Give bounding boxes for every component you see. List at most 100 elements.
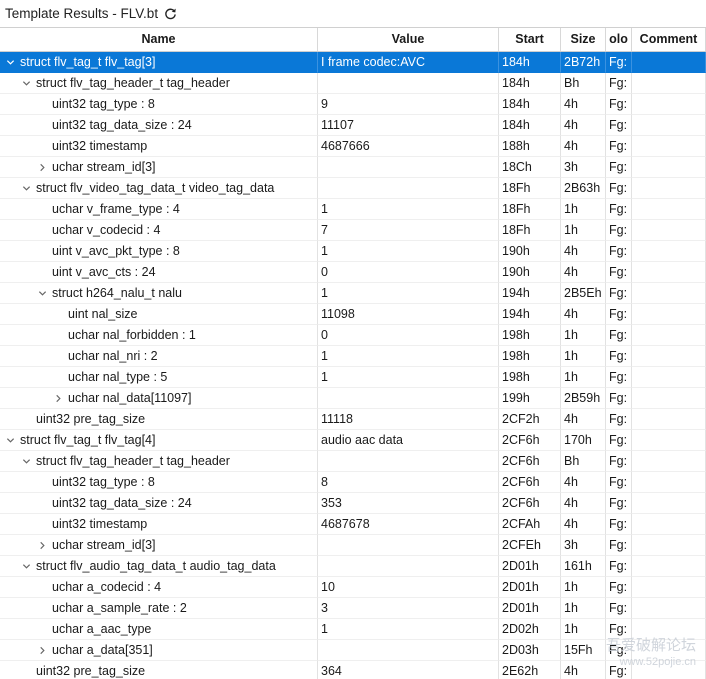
cell-size: 4h [561,514,606,535]
chevron-right-icon[interactable] [36,157,48,177]
cell-start: 2CF6h [499,451,561,472]
chevron-down-icon[interactable] [20,451,32,471]
tree-row[interactable]: uint32 timestamp 4687678 2CFAh 4h Fg: [0,514,706,535]
tree-row[interactable]: struct flv_tag_header_t tag_header 184h Bh… [0,73,706,94]
cell-start: 18Ch [499,157,561,178]
cell-name: uint32 pre_tag_size [0,409,318,430]
row-name-label: uint32 tag_type : 8 [52,96,155,111]
cell-value: 0 [318,325,499,346]
tree-row[interactable]: uchar v_codecid : 4 7 18Fh 1h Fg: [0,220,706,241]
cell-value [318,157,499,178]
cell-comment [632,514,706,535]
cell-size: 4h [561,262,606,283]
refresh-icon[interactable] [164,7,177,20]
cell-name: struct flv_video_tag_data_t video_tag_da… [0,178,318,199]
tree-row[interactable]: uchar nal_nri : 2 1 198h 1h Fg: [0,346,706,367]
cell-color: Fg: [606,535,632,556]
tree-row[interactable]: uchar nal_type : 5 1 198h 1h Fg: [0,367,706,388]
cell-value [318,640,499,661]
cell-value: 10 [318,577,499,598]
cell-start: 184h [499,94,561,115]
chevron-down-icon[interactable] [36,283,48,303]
cell-comment [632,472,706,493]
chevron-down-icon[interactable] [20,178,32,198]
tree-row[interactable]: uchar stream_id[3] 18Ch 3h Fg: [0,157,706,178]
row-name-label: struct flv_tag_header_t tag_header [36,453,230,468]
cell-name: struct flv_tag_t flv_tag[4] [0,430,318,451]
tree-row[interactable]: uint32 tag_data_size : 24 353 2CF6h 4h Fg: [0,493,706,514]
cell-value: 1 [318,346,499,367]
cell-color: Fg: [606,640,632,661]
cell-start: 18Fh [499,178,561,199]
tree-row[interactable]: struct flv_audio_tag_data_t audio_tag_da… [0,556,706,577]
cell-color: Fg: [606,241,632,262]
cell-name: uchar nal_nri : 2 [0,346,318,367]
tree-row[interactable]: uint32 pre_tag_size 364 2E62h 4h Fg: [0,661,706,679]
cell-value: 11118 [318,409,499,430]
column-header-comment[interactable]: Comment [632,28,706,51]
tree-row[interactable]: uint v_avc_pkt_type : 8 1 190h 4h Fg: [0,241,706,262]
cell-color: Fg: [606,451,632,472]
cell-comment [632,325,706,346]
tree-row[interactable]: uint32 pre_tag_size 11118 2CF2h 4h Fg: [0,409,706,430]
tree-row[interactable]: uchar a_aac_type 1 2D02h 1h Fg: [0,619,706,640]
chevron-down-icon[interactable] [4,52,16,72]
tree-row[interactable]: uint nal_size 11098 194h 4h Fg: [0,304,706,325]
window-title: Template Results - FLV.bt [5,6,159,21]
tree-row[interactable]: uchar a_data[351] 2D03h 15Fh Fg: [0,640,706,661]
tree-row[interactable]: uchar stream_id[3] 2CFEh 3h Fg: [0,535,706,556]
cell-comment [632,577,706,598]
cell-size: 161h [561,556,606,577]
row-name-label: struct flv_video_tag_data_t video_tag_da… [36,180,275,195]
tree-row[interactable]: uint32 tag_data_size : 24 11107 184h 4h Fg: [0,115,706,136]
row-name-label: uchar v_codecid : 4 [52,222,161,237]
tree-row[interactable]: uint32 tag_type : 8 8 2CF6h 4h Fg: [0,472,706,493]
cell-color: Fg: [606,367,632,388]
cell-start: 194h [499,304,561,325]
chevron-right-icon[interactable] [36,640,48,660]
row-name-label: uint32 timestamp [52,138,148,153]
tree-row[interactable]: struct h264_nalu_t nalu 1 194h 2B5Eh Fg: [0,283,706,304]
column-header-size[interactable]: Size [561,28,606,51]
tree-row[interactable]: uchar nal_data[11097] 199h 2B59h Fg: [0,388,706,409]
tree-row[interactable]: uchar v_frame_type : 4 1 18Fh 1h Fg: [0,199,706,220]
column-header-color[interactable]: olo [606,28,632,51]
cell-size: 4h [561,136,606,157]
cell-start: 198h [499,346,561,367]
column-header-name[interactable]: Name [0,28,318,51]
chevron-down-icon[interactable] [4,430,16,450]
column-header-start[interactable]: Start [499,28,561,51]
cell-size: 15Fh [561,640,606,661]
cell-color: Fg: [606,199,632,220]
cell-comment [632,241,706,262]
chevron-right-icon[interactable] [52,388,64,408]
cell-name: uchar stream_id[3] [0,535,318,556]
cell-value [318,388,499,409]
chevron-down-icon[interactable] [20,73,32,93]
chevron-down-icon[interactable] [20,556,32,576]
column-header-value[interactable]: Value [318,28,499,51]
cell-value: 364 [318,661,499,679]
cell-color: Fg: [606,262,632,283]
cell-value: 1 [318,619,499,640]
cell-start: 184h [499,115,561,136]
tree-row[interactable]: struct flv_tag_header_t tag_header 2CF6h B… [0,451,706,472]
cell-comment [632,304,706,325]
tree-row[interactable]: struct flv_tag_t flv_tag[3] I frame codec… [0,52,706,73]
row-name-label: struct flv_audio_tag_data_t audio_tag_da… [36,558,276,573]
cell-size: 2B72h [561,52,606,73]
cell-color: Fg: [606,556,632,577]
tree-row[interactable]: struct flv_video_tag_data_t video_tag_da… [0,178,706,199]
tree-row[interactable]: uchar a_sample_rate : 2 3 2D01h 1h Fg: [0,598,706,619]
chevron-right-icon[interactable] [36,535,48,555]
tree-row[interactable]: uint32 tag_type : 8 9 184h 4h Fg: [0,94,706,115]
cell-comment [632,409,706,430]
tree-row[interactable]: uint v_avc_cts : 24 0 190h 4h Fg: [0,262,706,283]
tree-row[interactable]: struct flv_tag_t flv_tag[4] audio aac dat… [0,430,706,451]
cell-color: Fg: [606,157,632,178]
tree-row[interactable]: uint32 timestamp 4687666 188h 4h Fg: [0,136,706,157]
tree-row[interactable]: uchar a_codecid : 4 10 2D01h 1h Fg: [0,577,706,598]
cell-size: 4h [561,472,606,493]
cell-size: 4h [561,661,606,679]
tree-row[interactable]: uchar nal_forbidden : 1 0 198h 1h Fg: [0,325,706,346]
